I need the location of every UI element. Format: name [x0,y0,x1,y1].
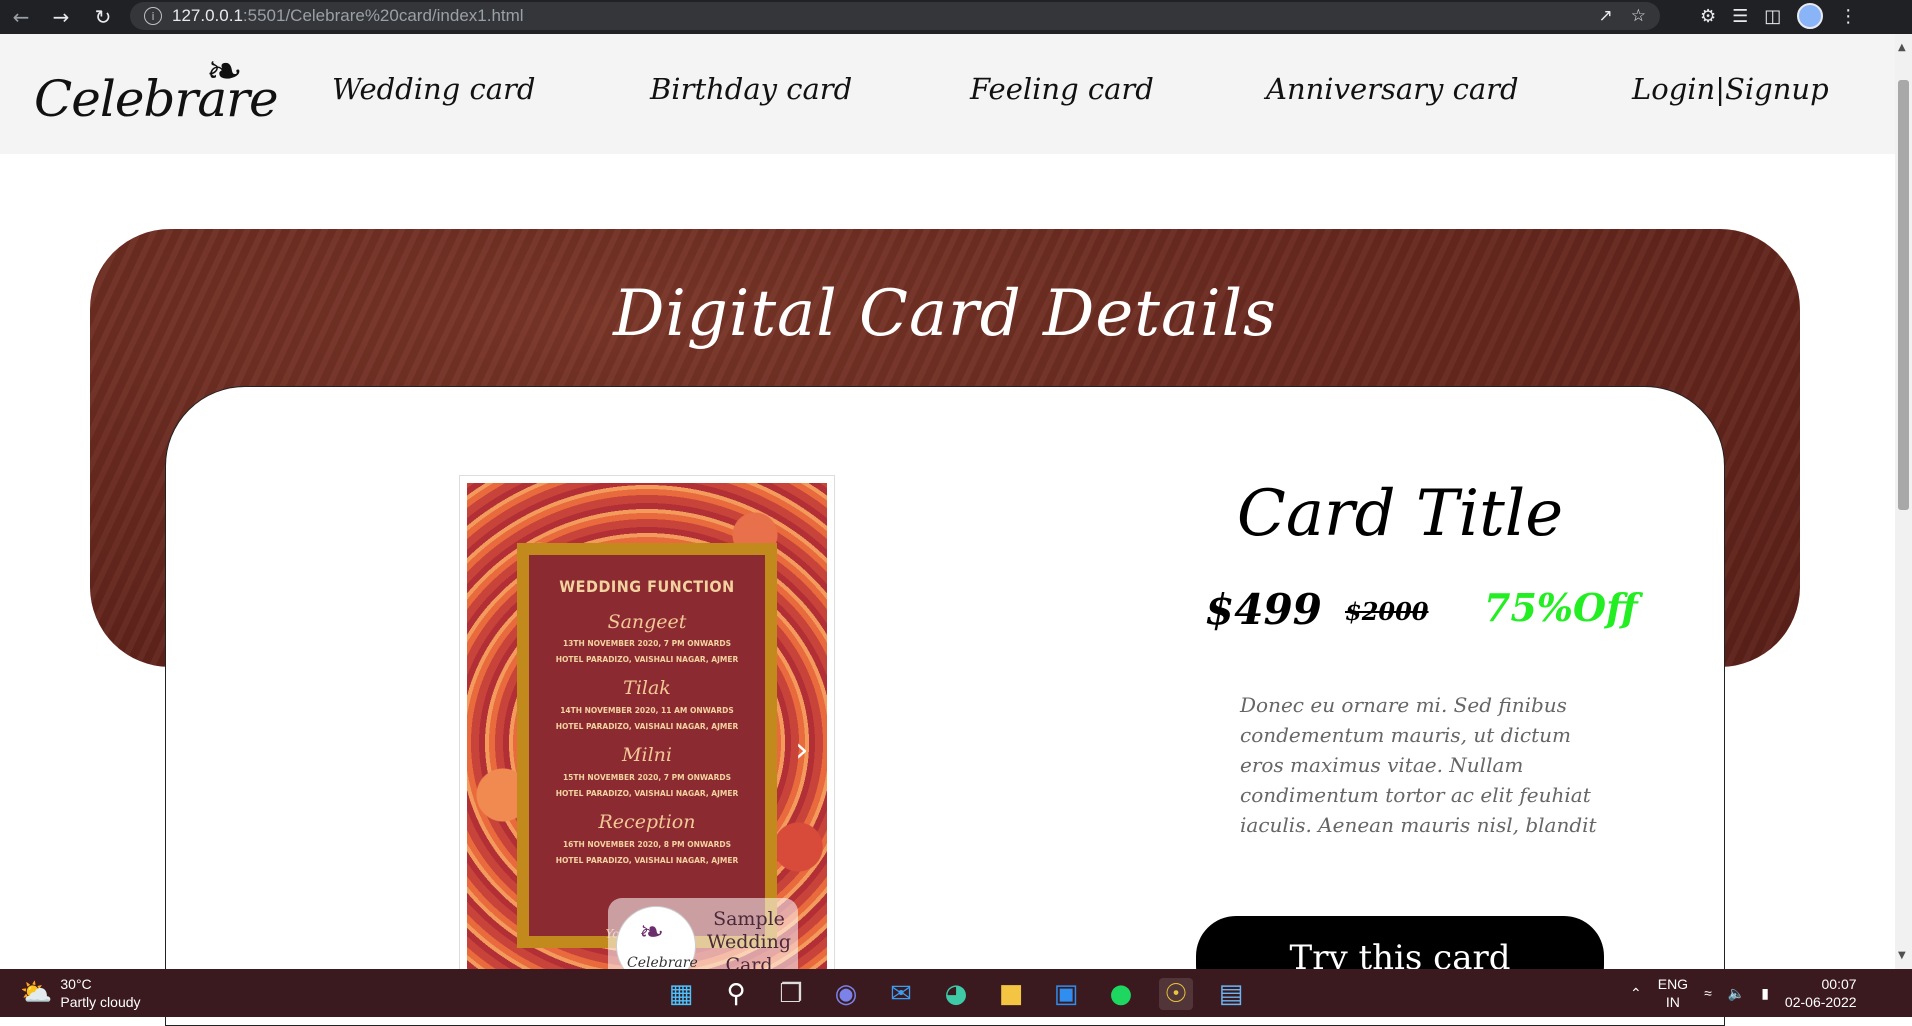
chrome-icon[interactable]: ☉ [1159,978,1193,1010]
card-event-name: Tilak [623,677,671,699]
carousel-next-arrow-icon[interactable]: › [795,730,809,770]
menu-dots-icon[interactable]: ⋮ [1839,6,1857,27]
scroll-thumb[interactable] [1898,80,1909,510]
browser-toolbar: ← → ↻ i 127.0.0.1:5501/Celebrare%20card/… [0,0,1912,34]
mail-icon[interactable]: ✉ [884,978,918,1010]
card-price: $499 [1205,585,1322,634]
page-scrollbar[interactable]: ▲ ▼ [1895,34,1912,969]
weather-condition: Partly cloudy [60,994,141,1010]
volume-icon[interactable]: 🔈 [1728,985,1745,1002]
card-event-name: Reception [598,811,696,833]
scroll-up-arrow-icon[interactable]: ▲ [1898,42,1906,53]
region-code: IN [1665,994,1680,1010]
nav-login-signup[interactable]: Login|Signup [1632,72,1829,106]
card-event-date: 14TH NOVEMBER 2020, 11 AM ONWARDS [560,706,734,715]
card-event-date: 13TH NOVEMBER 2020, 7 PM ONWARDS [562,639,732,648]
file-explorer-icon[interactable]: ■ [994,978,1028,1010]
card-heading: WEDDING FUNCTION [559,577,735,596]
site-header: Celebrare ❧ Wedding card Birthday card F… [0,34,1895,154]
watermark-text: Sample Wedding Card [706,908,792,976]
bird-logo-icon: ❧ [206,46,243,97]
bird-logo-icon: ❧ [639,915,665,950]
windows-start-icon[interactable]: ▦ [664,978,698,1010]
teams-chat-icon[interactable]: ◉ [829,978,863,1010]
nav-anniversary-card[interactable]: Anniversary card [1266,72,1519,106]
partly-cloudy-icon: ⛅ [20,978,53,1008]
notepad-icon[interactable]: ▤ [1214,978,1248,1010]
show-hidden-icons-chevron-icon[interactable]: ⌃ [1630,985,1642,1002]
language-code: ENG [1657,976,1689,992]
nav-birthday-card[interactable]: Birthday card [650,72,852,106]
card-event-name: Milni [622,744,672,766]
microsoft-store-icon[interactable]: ▣ [1049,978,1083,1010]
scroll-down-arrow-icon[interactable]: ▼ [1898,950,1906,961]
extensions-icon[interactable]: ⚙ [1700,6,1716,27]
system-clock[interactable]: 00:07 02-06-2022 [1785,975,1857,1011]
battery-icon[interactable]: ▮ [1761,985,1769,1002]
discount-badge: 75%Off [1484,585,1638,630]
os-taskbar: ⛅ 30°C Partly cloudy ▦ ⚲ ❐ ◉ ✉ ◕ ■ ▣ ● ☉… [0,969,1912,1017]
forward-arrow-icon[interactable]: → [46,2,76,32]
share-icon[interactable]: ↗ [1599,6,1613,26]
spotify-icon[interactable]: ● [1104,978,1138,1010]
temperature: 30°C [60,976,92,992]
clock-time: 00:07 [1821,976,1857,992]
address-bar[interactable]: i 127.0.0.1:5501/Celebrare%20card/index1… [130,2,1660,30]
wifi-icon[interactable]: ≈ [1704,985,1712,1001]
card-event-venue: HOTEL PARADIZO, VAISHALI NAGAR, AJMER [555,856,739,865]
card-title: Card Title [1236,477,1564,551]
media-control-icon[interactable]: ☰ [1732,6,1748,27]
side-panel-icon[interactable]: ◫ [1764,6,1781,27]
card-event-name: Sangeet [607,611,687,633]
card-old-price: $2000 [1345,597,1429,626]
card-event-date: 15TH NOVEMBER 2020, 7 PM ONWARDS [562,773,732,782]
task-view-icon[interactable]: ❐ [774,978,808,1010]
weather-widget[interactable]: ⛅ 30°C Partly cloudy [20,975,141,1011]
url-text[interactable]: 127.0.0.1:5501/Celebrare%20card/index1.h… [172,6,524,26]
card-event-venue: HOTEL PARADIZO, VAISHALI NAGAR, AJMER [555,722,739,731]
clock-date: 02-06-2022 [1784,994,1857,1010]
profile-avatar[interactable] [1797,3,1824,29]
card-inner-panel: WEDDING FUNCTION Sangeet 13TH NOVEMBER 2… [517,543,777,948]
card-event-venue: HOTEL PARADIZO, VAISHALI NAGAR, AJMER [555,789,739,798]
card-event-date: 16TH NOVEMBER 2020, 8 PM ONWARDS [562,840,732,849]
card-event-venue: HOTEL PARADIZO, VAISHALI NAGAR, AJMER [555,655,739,664]
site-info-icon[interactable]: i [144,7,162,25]
edge-browser-icon[interactable]: ◕ [939,978,973,1010]
card-description: Donec eu ornare mi. Sed finibus condemen… [1240,693,1597,837]
back-arrow-icon[interactable]: ← [6,2,36,32]
hero-title: Digital Card Details [613,277,1277,351]
nav-wedding-card[interactable]: Wedding card [332,72,535,106]
reload-icon[interactable]: ↻ [88,2,118,32]
search-icon[interactable]: ⚲ [719,978,753,1010]
bookmark-star-icon[interactable]: ☆ [1631,6,1646,26]
language-indicator[interactable]: ENG IN [1658,975,1688,1011]
nav-feeling-card[interactable]: Feeling card [970,72,1154,106]
